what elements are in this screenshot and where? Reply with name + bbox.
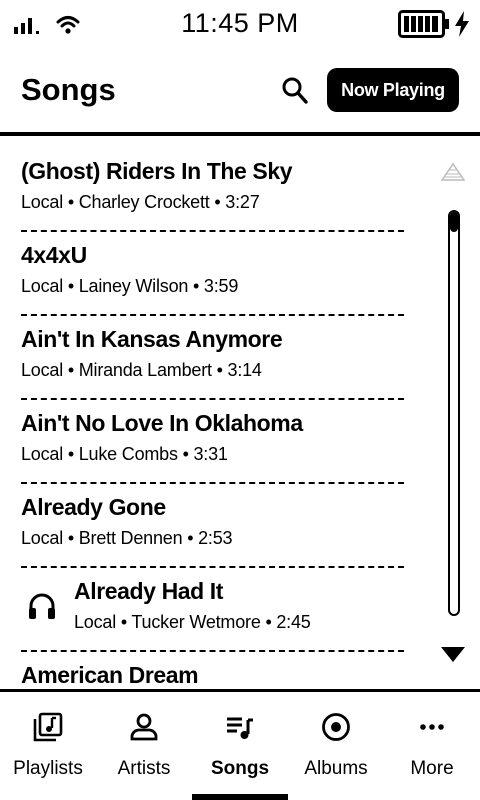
song-title: 4x4xU <box>21 242 87 268</box>
scroll-down-arrow-icon[interactable] <box>440 644 466 664</box>
song-title: American Dream <box>21 662 199 688</box>
song-meta: Local • Lainey Wilson • 3:59 <box>21 276 239 296</box>
song-row-now-playing[interactable]: Already Had It Local • Tucker Wetmore • … <box>0 566 420 652</box>
song-row[interactable]: American Dream <box>0 650 420 690</box>
song-row[interactable]: Already Gone Local • Brett Dennen • 2:53 <box>0 482 420 568</box>
song-meta: Local • Luke Combs • 3:31 <box>21 444 228 464</box>
song-meta: Local • Miranda Lambert • 3:14 <box>21 360 262 380</box>
nav-item-songs[interactable]: Songs <box>192 692 288 800</box>
scrollbar-thumb[interactable] <box>450 212 458 232</box>
song-list: (Ghost) Riders In The Sky Local • Charle… <box>0 146 420 690</box>
headphones-icon <box>29 593 55 619</box>
more-dots-icon <box>420 724 444 730</box>
nav-label: Songs <box>210 758 270 779</box>
scrollbar-track[interactable] <box>448 210 460 616</box>
nav-item-artists[interactable]: Artists <box>96 692 192 800</box>
header-divider <box>0 132 480 136</box>
search-icon[interactable] <box>280 74 310 106</box>
song-title: Ain't In Kansas Anymore <box>21 326 283 352</box>
nav-item-albums[interactable]: Albums <box>288 692 384 800</box>
song-meta: Local • Charley Crockett • 3:27 <box>21 192 260 212</box>
nav-label: More <box>410 758 454 779</box>
song-title: Ain't No Love In Oklahoma <box>21 410 303 436</box>
person-icon <box>130 713 158 741</box>
nav-item-playlists[interactable]: Playlists <box>0 692 96 800</box>
song-row[interactable]: Ain't In Kansas Anymore Local • Miranda … <box>0 314 420 400</box>
songs-list-icon <box>227 717 253 739</box>
nav-item-more[interactable]: More <box>384 692 480 800</box>
song-row[interactable]: Ain't No Love In Oklahoma Local • Luke C… <box>0 398 420 484</box>
status-bar: 11:45 PM <box>0 0 480 48</box>
nav-label: Artists <box>117 758 171 779</box>
active-tab-indicator <box>192 794 288 800</box>
song-title: Already Had It <box>74 578 224 604</box>
album-disc-icon <box>322 713 350 741</box>
song-title: (Ghost) Riders In The Sky <box>21 158 293 184</box>
scroll-up-arrow-icon[interactable] <box>440 162 466 182</box>
now-playing-button[interactable]: Now Playing <box>327 68 459 112</box>
song-meta: Local • Brett Dennen • 2:53 <box>21 528 233 548</box>
playlist-icon <box>33 712 63 742</box>
header: Songs Now Playing <box>0 56 480 132</box>
nav-label: Albums <box>304 758 368 779</box>
battery-icon <box>398 10 449 38</box>
page-title: Songs <box>21 72 116 107</box>
song-row[interactable]: 4x4xU Local • Lainey Wilson • 3:59 <box>0 230 420 316</box>
song-meta: Local • Tucker Wetmore • 2:45 <box>74 612 311 632</box>
bottom-nav: Playlists Artists Songs Albums More <box>0 692 480 800</box>
song-title: Already Gone <box>21 494 166 520</box>
nav-label: Playlists <box>13 758 83 779</box>
song-row[interactable]: (Ghost) Riders In The Sky Local • Charle… <box>0 146 420 232</box>
charging-bolt-icon <box>455 11 469 37</box>
